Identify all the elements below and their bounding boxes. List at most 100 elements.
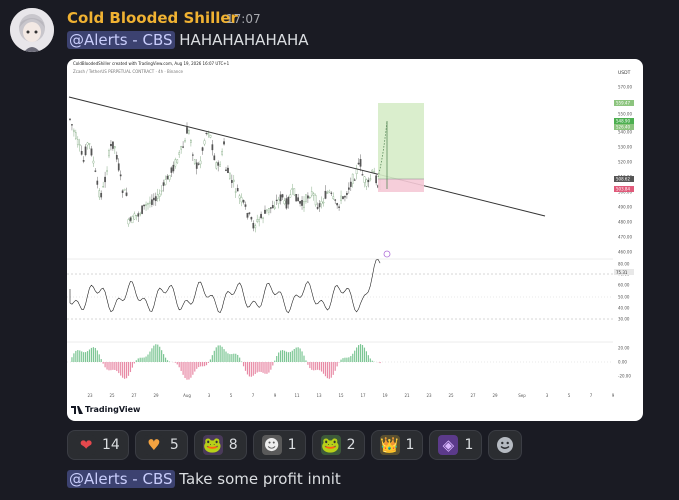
macd-bar bbox=[350, 356, 352, 362]
macd-bar bbox=[371, 360, 373, 362]
macd-bar bbox=[118, 362, 120, 374]
macd-bar bbox=[133, 362, 135, 364]
candle-body bbox=[344, 196, 346, 198]
macd-bar bbox=[365, 351, 367, 362]
reaction-purple-bot[interactable]: ◈ 1 bbox=[429, 430, 483, 460]
candle-body bbox=[174, 159, 177, 167]
macd-bar bbox=[361, 345, 364, 362]
candle-body bbox=[264, 209, 266, 214]
reaction-pepe-smug[interactable]: 🐸 2 bbox=[311, 430, 365, 460]
add-reaction-icon bbox=[497, 437, 514, 453]
macd-bar bbox=[77, 350, 79, 362]
role-mention[interactable]: @Alerts - CBS bbox=[67, 31, 175, 49]
macd-bar bbox=[149, 351, 151, 362]
macd-bar bbox=[125, 362, 128, 379]
macd-bar bbox=[108, 362, 110, 371]
chart-image-attachment[interactable]: ColdBloodedShiller created with TradingV… bbox=[67, 59, 643, 421]
reaction-heart-red[interactable]: ❤ 14 bbox=[67, 430, 129, 460]
macd-bar bbox=[328, 362, 330, 379]
avatar[interactable] bbox=[10, 8, 54, 52]
message-content: @Alerts - CBS HAHAHAHAHAHA bbox=[67, 31, 309, 49]
macd-bar bbox=[143, 357, 145, 362]
macd-bar bbox=[258, 362, 260, 372]
heart-orange-icon: ♥ bbox=[143, 435, 164, 455]
macd-bar bbox=[127, 362, 130, 376]
macd-bar bbox=[223, 349, 225, 362]
candle-body bbox=[221, 151, 223, 155]
username[interactable]: Cold Blooded Shiller bbox=[67, 9, 238, 27]
candle-body bbox=[260, 213, 262, 219]
candle-body bbox=[168, 174, 171, 180]
candle-body bbox=[328, 190, 331, 193]
macd-bar bbox=[211, 355, 213, 362]
role-mention-2[interactable]: @Alerts - CBS bbox=[67, 470, 175, 488]
macd-bar bbox=[332, 362, 334, 375]
candle-body bbox=[289, 194, 292, 198]
price-tick-label: 490.00 bbox=[618, 205, 632, 210]
reaction-meme-face[interactable]: ☻ 1 bbox=[252, 430, 306, 460]
candle-body bbox=[141, 205, 143, 214]
macd-bar bbox=[147, 354, 149, 362]
reaction-count: 2 bbox=[346, 437, 356, 453]
macd-bar bbox=[274, 360, 276, 362]
candle-body bbox=[199, 160, 202, 165]
candle-body bbox=[158, 193, 161, 197]
macd-bar bbox=[159, 346, 161, 362]
macd-bar bbox=[124, 362, 126, 379]
candle-body bbox=[236, 188, 239, 192]
macd-bar bbox=[346, 357, 348, 362]
candle-body bbox=[98, 190, 101, 198]
candle-body bbox=[201, 147, 204, 151]
candle-body bbox=[131, 216, 134, 224]
pepe-smug-icon: 🐸 bbox=[320, 435, 341, 455]
macd-bar bbox=[303, 355, 305, 362]
rsi-tick-label: 40.00 bbox=[618, 306, 630, 311]
macd-bar bbox=[278, 352, 280, 362]
osc-badge-label: 75.31 bbox=[616, 270, 628, 275]
candle-body bbox=[112, 141, 114, 149]
x-tick-label: 3 bbox=[546, 393, 549, 398]
candle-body bbox=[291, 188, 294, 190]
reaction-pepe-king[interactable]: 👑 1 bbox=[370, 430, 424, 460]
candle-body bbox=[154, 196, 157, 202]
macd-bar bbox=[295, 347, 297, 362]
macd-bar bbox=[250, 362, 252, 377]
macd-bar bbox=[229, 354, 231, 362]
reaction-heart-orange[interactable]: ♥ 5 bbox=[134, 430, 188, 460]
candle-body bbox=[342, 196, 344, 199]
x-tick-label: 9 bbox=[612, 393, 615, 398]
macd-bar bbox=[305, 360, 307, 362]
macd-bar bbox=[190, 362, 192, 378]
macd-bar bbox=[182, 362, 184, 375]
candle-body bbox=[273, 206, 276, 209]
candle-body bbox=[308, 197, 311, 199]
macd-bar bbox=[272, 362, 274, 366]
tradingview-logo: TradingView bbox=[71, 405, 140, 414]
macd-bar bbox=[379, 362, 381, 364]
macd-bar bbox=[248, 362, 250, 377]
x-tick-label: 9 bbox=[274, 393, 277, 398]
x-tick-label: 19 bbox=[382, 393, 388, 398]
add-reaction-button[interactable] bbox=[488, 430, 523, 460]
candle-body bbox=[230, 180, 233, 183]
candle-body bbox=[285, 198, 288, 209]
macd-bar bbox=[200, 362, 202, 367]
rsi-tick-label: 80.00 bbox=[618, 262, 630, 267]
macd-bar bbox=[153, 345, 155, 362]
macd-bar bbox=[293, 349, 295, 362]
x-tick-label: Aug bbox=[183, 393, 191, 398]
reaction-pepe-gun[interactable]: 🐸 8 bbox=[193, 430, 247, 460]
candle-body bbox=[104, 176, 106, 183]
macd-bar bbox=[81, 351, 83, 362]
macd-bar bbox=[157, 344, 159, 362]
macd-bar bbox=[75, 350, 77, 362]
candle-body bbox=[232, 179, 235, 182]
candle-body bbox=[310, 191, 313, 196]
candle-body bbox=[375, 175, 378, 184]
alert-marker bbox=[383, 250, 391, 258]
macd-bar bbox=[369, 358, 371, 362]
candle-body bbox=[297, 197, 299, 202]
macd-bar bbox=[164, 357, 167, 362]
macd-bar bbox=[192, 362, 194, 375]
candle-body bbox=[69, 118, 71, 120]
